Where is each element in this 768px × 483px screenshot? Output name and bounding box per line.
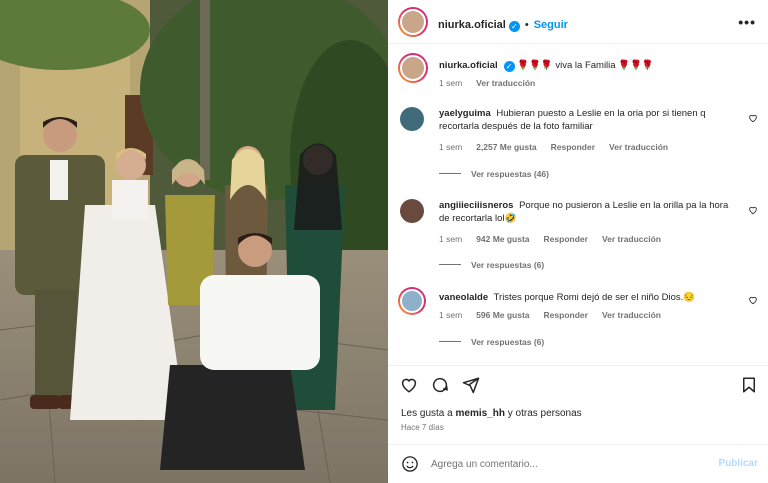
translate-link[interactable]: Ver traducción: [602, 310, 661, 320]
caption-translate-link[interactable]: Ver traducción: [476, 78, 535, 88]
reply-button[interactable]: Responder: [544, 310, 588, 320]
comment-like-heart-icon[interactable]: [748, 113, 758, 123]
comment-text: Tristes porque Romi dejó de ser el niño …: [493, 292, 696, 303]
commenter-avatar[interactable]: [398, 287, 426, 315]
comment-likes[interactable]: 596 Me gusta: [476, 310, 529, 320]
commenter-avatar[interactable]: [400, 199, 424, 223]
comment-username[interactable]: yaelyguima: [439, 108, 491, 119]
verified-badge-icon: ✓: [508, 21, 520, 32]
comment-likes[interactable]: 942 Me gusta: [476, 234, 529, 244]
post-header: niurka.oficial ✓ • Seguir •••: [388, 0, 768, 44]
comment-input[interactable]: [431, 455, 701, 473]
replies-line: [439, 173, 461, 174]
comment-username[interactable]: angiiieciiisneros: [439, 200, 513, 211]
post-time[interactable]: Hace 7 días: [401, 423, 444, 432]
post-details-panel: niurka.oficial ✓ • Seguir ••• niurka.oficia…: [388, 0, 768, 483]
comment-time[interactable]: 1 sem: [439, 310, 462, 320]
comments-list[interactable]: niurka.oficial ✓ 🌹🌹🌹 viva la Familia 🌹🌹🌹 …: [388, 45, 768, 365]
verified-badge-icon: ✓: [503, 61, 515, 72]
post-actions: Les gusta a memis_hh y otras personas Ha…: [388, 365, 768, 443]
comment-meta: 1 sem 596 Me gusta Responder Ver traducción: [439, 310, 675, 320]
likes-suffix[interactable]: y otras personas: [508, 408, 582, 419]
likes-summary: Les gusta a memis_hh y otras personas: [401, 408, 582, 419]
replies-line: [439, 264, 461, 265]
translate-link[interactable]: Ver traducción: [609, 142, 668, 152]
replies-line: [439, 341, 461, 342]
commenter-avatar[interactable]: [400, 107, 424, 131]
author-username[interactable]: niurka.oficial: [438, 19, 506, 31]
family-photo-image: [0, 0, 388, 483]
more-options-button[interactable]: •••: [738, 14, 756, 30]
share-icon[interactable]: [462, 376, 480, 394]
follow-button[interactable]: Seguir: [534, 19, 568, 31]
comment-meta: 1 sem 942 Me gusta Responder Ver traducción: [439, 234, 675, 244]
view-replies-label[interactable]: Ver respuestas (6): [471, 337, 544, 347]
publish-button[interactable]: Publicar: [719, 458, 758, 469]
reply-button[interactable]: Responder: [551, 142, 595, 152]
comment-like-heart-icon[interactable]: [748, 205, 758, 215]
comment-time[interactable]: 1 sem: [439, 142, 462, 152]
likes-prefix: Les gusta a: [401, 408, 453, 419]
emoji-icon[interactable]: [401, 455, 419, 473]
comment-time[interactable]: 1 sem: [439, 234, 462, 244]
view-replies-button[interactable]: Ver respuestas (6): [439, 337, 544, 347]
view-replies-button[interactable]: Ver respuestas (46): [439, 169, 549, 179]
separator-dot: •: [524, 19, 529, 31]
view-replies-label[interactable]: Ver respuestas (46): [471, 169, 549, 179]
comment-likes[interactable]: 2,257 Me gusta: [476, 142, 536, 152]
reply-button[interactable]: Responder: [544, 234, 588, 244]
view-replies-button[interactable]: Ver respuestas (6): [439, 260, 544, 270]
comment-icon[interactable]: [431, 376, 449, 394]
bookmark-icon[interactable]: [740, 376, 758, 394]
caption-avatar[interactable]: [398, 53, 428, 83]
comment-meta: 1 sem 2,257 Me gusta Responder Ver traducci…: [439, 142, 682, 152]
translate-link[interactable]: Ver traducción: [602, 234, 661, 244]
likes-user-link[interactable]: memis_hh: [456, 408, 505, 419]
author-avatar[interactable]: [398, 7, 428, 37]
view-replies-label[interactable]: Ver respuestas (6): [471, 260, 544, 270]
add-comment-bar: Publicar: [388, 444, 768, 483]
caption-username[interactable]: niurka.oficial: [439, 60, 498, 71]
caption-text: 🌹🌹🌹 viva la Familia 🌹🌹🌹: [517, 60, 654, 71]
caption-time[interactable]: 1 sem: [439, 78, 462, 88]
heart-icon[interactable]: [400, 376, 418, 394]
comment-username[interactable]: vaneolalde: [439, 292, 488, 303]
post-photo[interactable]: [0, 0, 388, 483]
caption-meta: 1 sem Ver traducción: [439, 78, 549, 88]
comment-like-heart-icon[interactable]: [748, 295, 758, 305]
